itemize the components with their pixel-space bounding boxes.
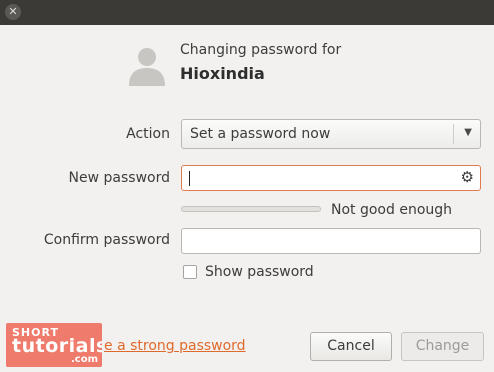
password-strength-bar [181, 206, 321, 212]
cancel-button[interactable]: Cancel [310, 332, 392, 361]
watermark-line3: .com [70, 354, 98, 365]
generate-password-icon[interactable]: ⚙ [461, 168, 474, 186]
confirm-password-label: Confirm password [43, 232, 170, 248]
watermark-logo: SHORT tutorials .com [6, 323, 102, 367]
dropdown-separator [453, 124, 454, 144]
user-avatar-icon [129, 48, 165, 86]
strong-password-link[interactable]: e a strong password [104, 338, 246, 354]
change-button[interactable]: Change [401, 332, 484, 361]
title-bar: ✕ [0, 0, 494, 25]
action-label: Action [126, 126, 170, 142]
action-dropdown[interactable]: Set a password now ▼ [181, 119, 481, 149]
new-password-input[interactable]: ⚙ [181, 165, 481, 191]
show-password-label[interactable]: Show password [205, 264, 314, 280]
show-password-checkbox[interactable] [183, 265, 197, 279]
dialog-subtitle: Changing password for [180, 42, 342, 58]
confirm-password-input[interactable] [181, 228, 481, 254]
chevron-down-icon: ▼ [464, 127, 472, 138]
new-password-label: New password [68, 170, 170, 186]
action-dropdown-value: Set a password now [190, 126, 331, 142]
password-strength-text: Not good enough [331, 202, 453, 218]
text-caret [189, 171, 190, 186]
close-icon[interactable]: ✕ [5, 4, 21, 20]
username-title: Hioxindia [180, 64, 265, 83]
